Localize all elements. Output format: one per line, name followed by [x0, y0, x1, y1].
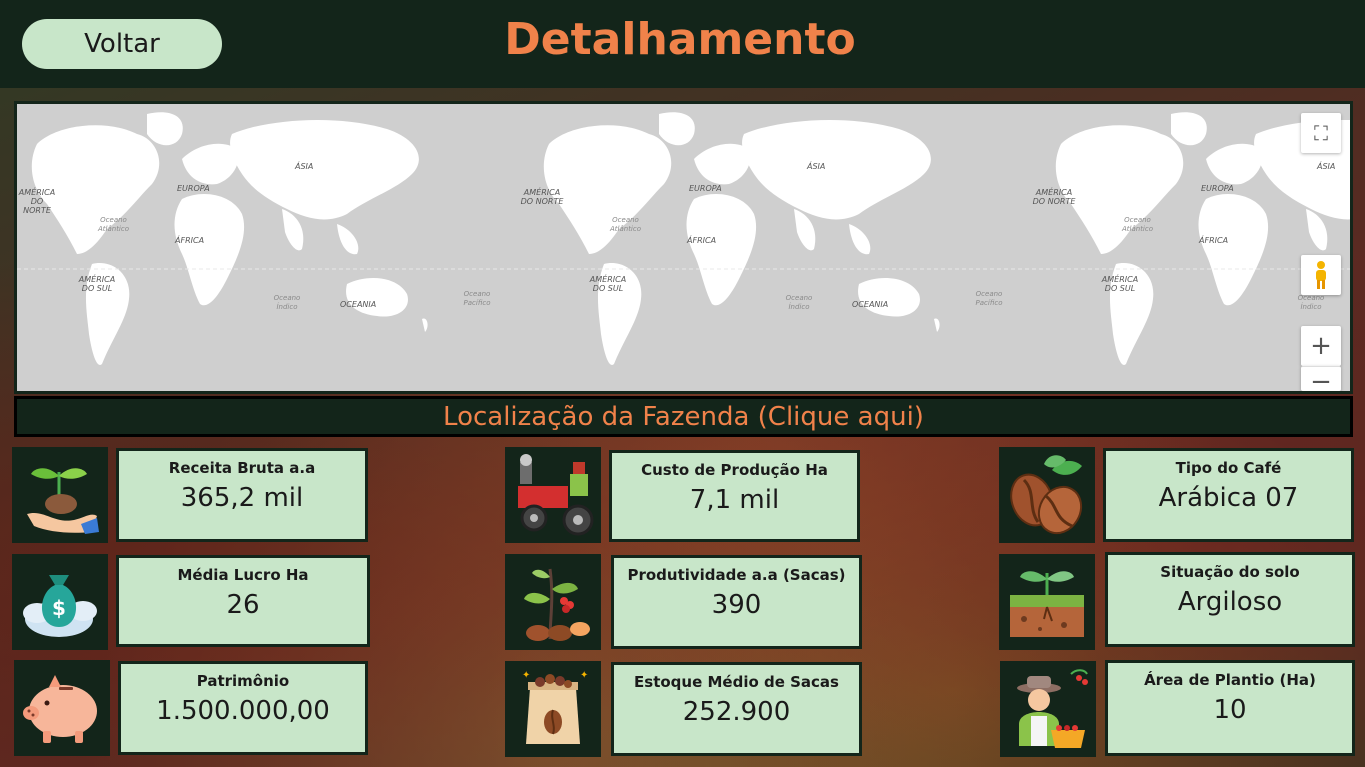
world-map[interactable]: ÁSIA EUROPA AMÉRICA DO NORTE ÁFRICA AMÉR…: [17, 104, 1350, 391]
card-label: Tipo do Café: [1175, 459, 1282, 477]
map-label-oceania: OCEANIA: [852, 300, 889, 309]
map-label-asia: ÁSIA: [1317, 162, 1336, 171]
card-label: Média Lucro Ha: [177, 566, 309, 584]
sprout-hand-icon: [27, 468, 99, 534]
svg-text:✦: ✦: [580, 670, 588, 681]
card-patrimonio: Patrimônio 1.500.000,00: [118, 661, 368, 755]
map-label-africa: ÁFRICA: [1199, 236, 1229, 245]
page-title: Detalhamento: [504, 14, 856, 65]
map-label-asia: ÁSIA: [807, 162, 826, 171]
map-label-indian: Oceano Índico: [273, 294, 301, 311]
map-label-south-america: AMÉRICA DO SUL: [78, 275, 116, 293]
icon-box-tipo: [999, 447, 1095, 543]
map-label-atlantic: Oceano Atlântico: [97, 216, 130, 233]
icon-box-area: [1000, 661, 1096, 757]
money-bag-icon: $: [23, 575, 97, 637]
icon-box-produtividade: [505, 554, 601, 650]
card-label: Estoque Médio de Sacas: [634, 673, 839, 691]
map-label-atlantic: Oceano Atlântico: [609, 216, 642, 233]
map-label-pacific: Oceano Pacífico: [463, 290, 491, 307]
svg-text:$: $: [52, 596, 66, 620]
zoom-out-button[interactable]: −: [1301, 366, 1341, 391]
map-label-pacific: Oceano Pacífico: [975, 290, 1003, 307]
card-receita: Receita Bruta a.a 365,2 mil: [116, 448, 368, 542]
svg-text:✦: ✦: [522, 670, 530, 681]
coffee-sack-icon: ✦ ✦: [522, 670, 588, 744]
card-label: Patrimônio: [196, 672, 290, 690]
zoom-in-button[interactable]: +: [1301, 326, 1341, 366]
card-value: 252.900: [682, 697, 791, 727]
card-produtividade: Produtividade a.a (Sacas) 390: [611, 555, 862, 649]
farmer-icon: [1017, 669, 1088, 748]
card-custo: Custo de Produção Ha 7,1 mil: [609, 450, 860, 542]
map-label-north-america: AMÉRICA DO NORTE: [1032, 188, 1076, 206]
coffee-plant-icon: [524, 568, 590, 641]
card-tipo: Tipo do Café Arábica 07: [1103, 448, 1354, 542]
map-label-europe: EUROPA: [177, 184, 210, 193]
card-label: Produtividade a.a (Sacas): [627, 566, 846, 584]
map-label-europe: EUROPA: [689, 184, 722, 193]
world-map-shapes: [17, 112, 1350, 365]
card-label: Situação do solo: [1160, 563, 1300, 581]
card-value: 390: [711, 590, 762, 620]
icon-box-patrimonio: [14, 660, 110, 756]
card-value: Arábica 07: [1158, 483, 1299, 513]
card-lucro: Média Lucro Ha 26: [116, 555, 370, 647]
location-link[interactable]: Localização da Fazenda (Clique aqui): [14, 396, 1353, 437]
icon-box-estoque: ✦ ✦: [505, 661, 601, 757]
icon-box-lucro: $: [12, 554, 108, 650]
map-label-north-america: AMÉRICA DO NORTE: [18, 188, 56, 215]
piggy-bank-icon: [23, 675, 97, 743]
pegman-icon: [1316, 261, 1326, 289]
fullscreen-button[interactable]: ⛶: [1301, 113, 1341, 153]
map-label-europe: EUROPA: [1201, 184, 1234, 193]
tractor-icon: [518, 454, 594, 536]
icon-box-solo: [999, 554, 1095, 650]
map-label-indian: Oceano Índico: [1297, 294, 1325, 311]
map-label-africa: ÁFRICA: [175, 236, 205, 245]
map-label-south-america: AMÉRICA DO SUL: [1101, 275, 1139, 293]
card-value: Argiloso: [1177, 587, 1283, 617]
icon-box-receita: [12, 447, 108, 543]
card-solo: Situação do solo Argiloso: [1105, 552, 1355, 647]
map-frame: ÁSIA EUROPA AMÉRICA DO NORTE ÁFRICA AMÉR…: [14, 101, 1353, 394]
card-value: 10: [1213, 695, 1247, 725]
card-value: 1.500.000,00: [156, 696, 330, 726]
map-label-south-america: AMÉRICA DO SUL: [589, 275, 627, 293]
soil-sprout-icon: [1010, 571, 1084, 637]
card-label: Receita Bruta a.a: [168, 459, 316, 477]
map-label-indian: Oceano Índico: [785, 294, 813, 311]
map-label-atlantic: Oceano Atlântico: [1121, 216, 1154, 233]
map-label-africa: ÁFRICA: [687, 236, 717, 245]
map-label-oceania: OCEANIA: [340, 300, 377, 309]
coffee-beans-icon: [1010, 455, 1083, 535]
street-view-pegman[interactable]: [1301, 255, 1341, 295]
card-area: Área de Plantio (Ha) 10: [1105, 660, 1355, 756]
card-value: 26: [226, 590, 260, 620]
map-label-north-america: AMÉRICA DO NORTE: [520, 188, 564, 206]
icon-box-custo: [505, 447, 601, 543]
card-value: 7,1 mil: [689, 485, 780, 515]
card-label: Área de Plantio (Ha): [1144, 671, 1316, 689]
top-bar: Voltar Detalhamento: [0, 0, 1365, 88]
map-label-asia: ÁSIA: [295, 162, 314, 171]
card-estoque: Estoque Médio de Sacas 252.900: [611, 662, 862, 756]
card-label: Custo de Produção Ha: [641, 461, 828, 479]
card-value: 365,2 mil: [180, 483, 304, 513]
